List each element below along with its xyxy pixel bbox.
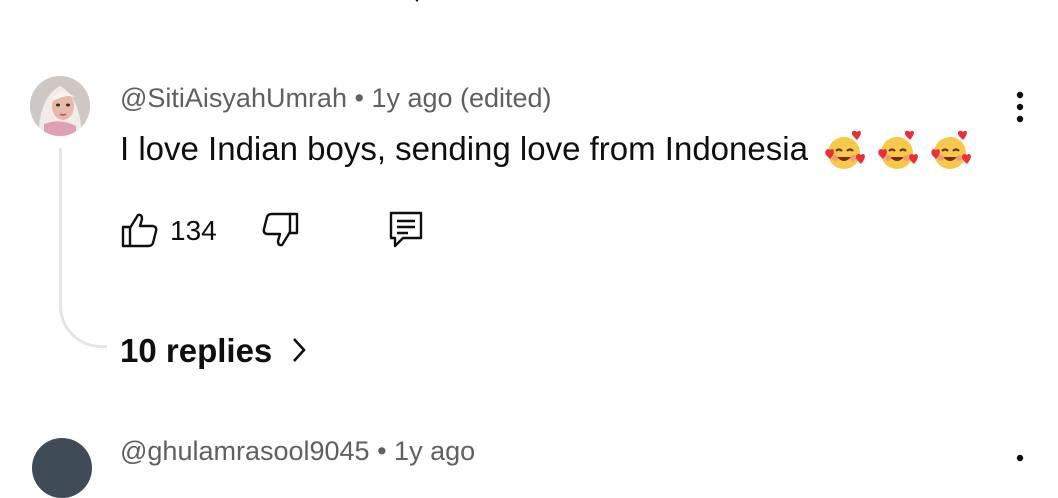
thumbs-down-icon (262, 212, 299, 247)
more-options-button[interactable] (1004, 90, 1036, 126)
comment-body: I love Indian boys, sending love from In… (120, 130, 808, 167)
comment-text: I love Indian boys, sending love from In… (120, 130, 973, 172)
next-comment-meta: @ghulamrasool9045 • 1y ago (120, 436, 475, 467)
thread-connector-line (59, 148, 107, 348)
next-more-options-button[interactable] (1012, 448, 1028, 464)
smiling-face-with-hearts-icon (825, 131, 865, 170)
smiling-face-with-hearts-icon (878, 131, 919, 170)
like-button[interactable] (120, 211, 160, 249)
reply-icon[interactable] (405, 0, 427, 6)
thumbs-up-icon (121, 213, 158, 248)
next-comment-username[interactable]: @ghulamrasool9045 (120, 436, 370, 466)
avatar[interactable] (30, 76, 90, 136)
like-count: 134 (170, 215, 217, 246)
vertical-dots-icon (1016, 454, 1024, 462)
comment-reply-icon (389, 211, 423, 248)
next-meta-separator: • (369, 436, 395, 466)
next-comment-avatar[interactable] (32, 438, 92, 498)
previous-comment-actions (120, 0, 440, 6)
replies-label: 10 replies (120, 332, 273, 369)
next-comment-age: 1y ago (394, 436, 476, 466)
comment-username[interactable]: @SitiAisyahUmrah (120, 83, 347, 113)
like-icon[interactable] (120, 0, 142, 6)
meta-separator: • (346, 83, 372, 113)
avatar-image (30, 76, 90, 136)
dislike-button[interactable] (260, 211, 300, 249)
reply-button[interactable] (386, 209, 426, 249)
smiling-face-with-hearts-icon (931, 131, 972, 170)
comment-meta: @SitiAisyahUmrah • 1y ago (edited) (120, 83, 552, 114)
emoji-group (823, 130, 973, 172)
chevron-right-icon (291, 334, 307, 372)
dislike-icon[interactable] (270, 0, 292, 6)
vertical-dots-icon (1016, 91, 1024, 123)
comment-age: 1y ago (edited) (371, 83, 552, 113)
view-replies-button[interactable]: 10 replies (120, 332, 307, 372)
